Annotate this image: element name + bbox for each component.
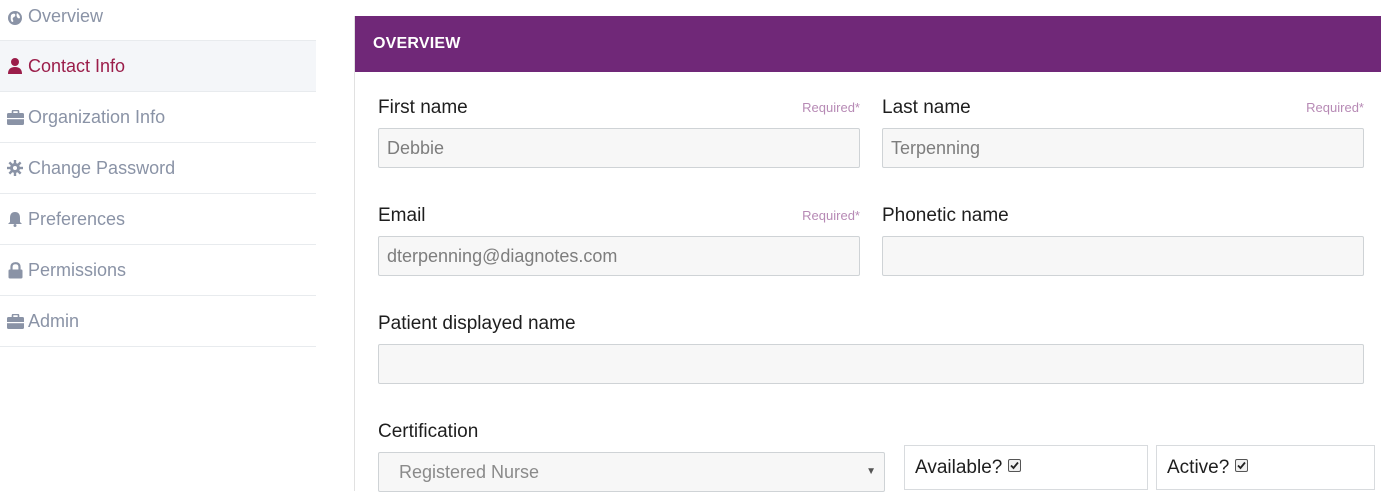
sidebar-item-preferences[interactable]: Preferences [0,194,316,245]
sidebar-item-admin[interactable]: Admin [0,296,316,347]
active-group: Active? [1156,445,1375,490]
email-input[interactable] [378,236,860,276]
patient-displayed-name-input[interactable] [378,344,1364,384]
briefcase-icon [6,312,24,330]
briefcase-icon [6,108,24,126]
sidebar: Overview Contact Info Organization Info … [0,0,316,347]
bell-icon [6,210,24,228]
checkmark-icon [1237,461,1247,470]
patient-displayed-name-label: Patient displayed name [378,313,576,334]
sidebar-item-contact-info[interactable]: Contact Info [0,41,316,92]
sidebar-item-organization-info[interactable]: Organization Info [0,92,316,143]
email-required: Required* [802,208,860,223]
phonetic-name-label: Phonetic name [882,205,1009,226]
checkmark-icon [1010,461,1020,470]
sidebar-item-label: Permissions [28,259,127,280]
phonetic-name-input[interactable] [882,236,1364,276]
sidebar-item-label: Admin [28,310,80,331]
first-name-label: First name [378,97,468,118]
patient-displayed-name-group: Patient displayed name [378,312,1364,384]
available-label: Available? [915,456,1003,478]
first-name-input[interactable] [378,128,860,168]
active-checkbox[interactable] [1235,459,1249,472]
active-label: Active? [1167,456,1230,478]
first-name-group: First name Required* [378,96,860,168]
certification-select[interactable]: Registered Nurse ▼ [378,452,885,492]
sidebar-item-change-password[interactable]: Change Password [0,143,316,194]
sidebar-item-label: Overview [28,6,104,26]
last-name-input[interactable] [882,128,1364,168]
sidebar-item-label: Contact Info [28,55,126,76]
globe-icon [6,9,24,27]
sidebar-item-permissions[interactable]: Permissions [0,245,316,296]
phonetic-name-group: Phonetic name [882,204,1364,276]
available-checkbox[interactable] [1008,459,1022,472]
lock-icon [6,261,24,279]
sidebar-item-label: Organization Info [28,106,166,127]
last-name-label: Last name [882,97,971,118]
certification-value: Registered Nurse [399,461,540,482]
sidebar-item-label: Preferences [28,208,126,229]
panel-title: OVERVIEW [355,16,1381,72]
email-group: Email Required* [378,204,860,276]
gear-icon [6,159,24,177]
overview-panel: OVERVIEW First name Required* Last name … [354,16,1381,492]
email-label: Email [378,205,426,226]
available-group: Available? [904,445,1148,490]
chevron-down-icon: ▼ [866,466,876,477]
user-icon [6,57,24,75]
certification-group: Certification [378,420,885,444]
sidebar-item-overview[interactable]: Overview [0,0,316,41]
first-name-required: Required* [802,100,860,115]
certification-label: Certification [378,421,479,442]
last-name-required: Required* [1306,100,1364,115]
sidebar-item-label: Change Password [28,157,176,178]
last-name-group: Last name Required* [882,96,1364,168]
